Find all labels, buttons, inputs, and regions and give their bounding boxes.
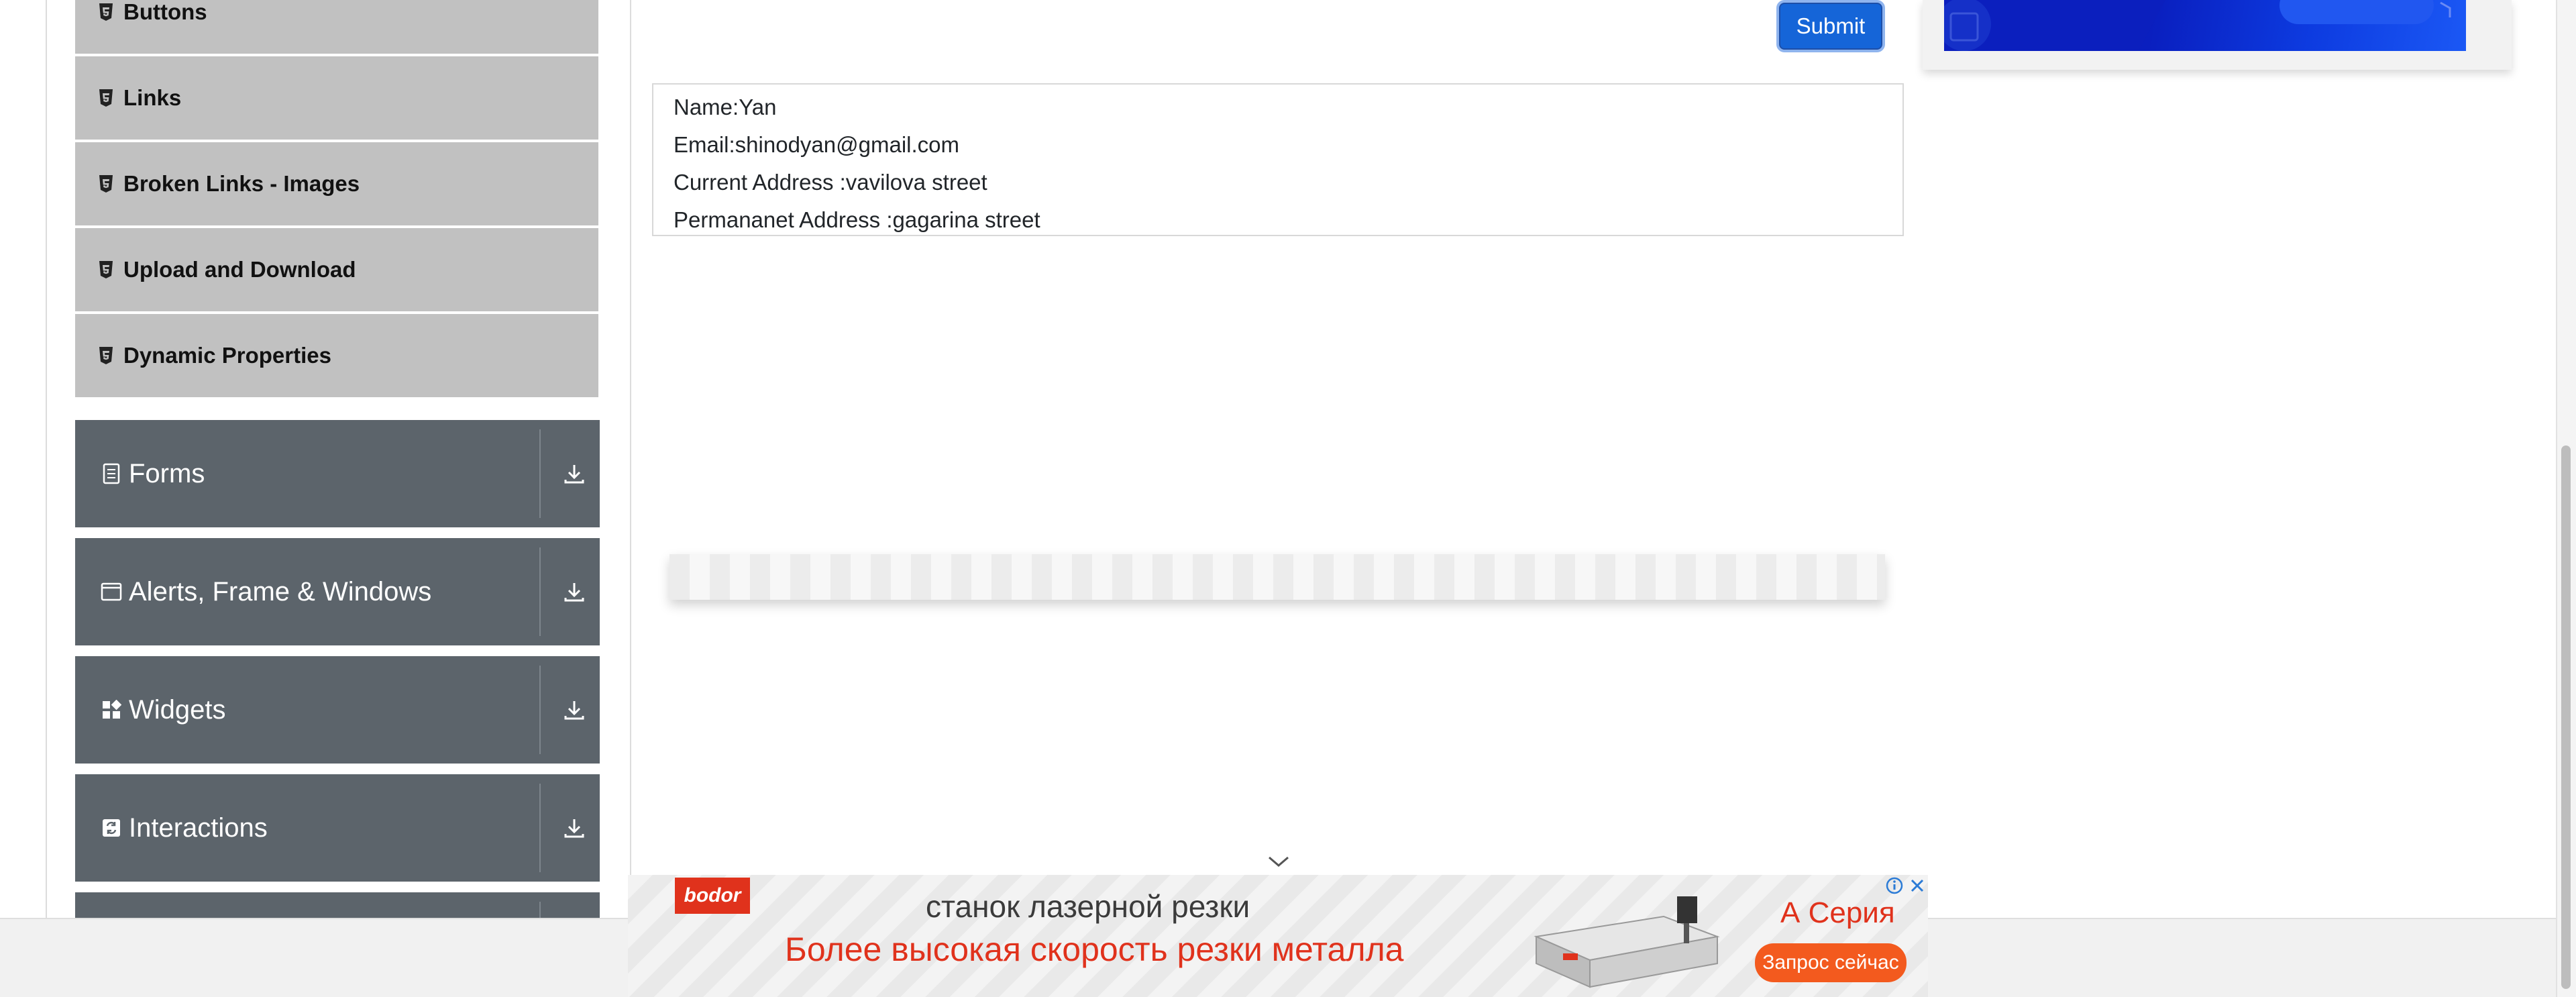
group-divider — [539, 547, 541, 636]
sidebar-item-label: Links — [123, 85, 182, 110]
widgets-icon — [98, 700, 125, 720]
download-icon[interactable] — [559, 695, 589, 725]
scrollbar-thumb[interactable] — [2561, 445, 2571, 989]
output-email: Email:shinodyan@gmail.com — [674, 132, 960, 157]
promo-decoration-icon — [1944, 0, 2451, 51]
sidebar-item-dynamic-properties[interactable]: Dynamic Properties — [75, 314, 598, 397]
laser-machine-image — [1534, 896, 1720, 988]
sidebar-item-upload-download[interactable]: Upload and Download — [75, 228, 598, 311]
group-divider — [539, 666, 541, 754]
download-icon[interactable] — [559, 577, 589, 607]
content-left-border — [630, 0, 631, 879]
sidebar-item-buttons[interactable]: Buttons — [75, 0, 598, 54]
sidebar-group-interactions[interactable]: Interactions — [75, 774, 600, 882]
sidebar-group-forms[interactable]: Forms — [75, 420, 600, 527]
interactions-icon — [98, 818, 125, 838]
sidebar-item-label: Upload and Download — [123, 257, 356, 282]
output-current-address: Current Address :vavilova street — [674, 170, 987, 195]
ad-series-label: А Серия — [1780, 896, 1895, 929]
group-divider — [539, 429, 541, 518]
ad-cta-button[interactable]: Запрос сейчас — [1755, 943, 1907, 982]
ad-logo: bodor — [675, 878, 750, 914]
ad-subheadline: Более высокая скорость резки металла — [785, 931, 1404, 968]
promo-banner-image[interactable] — [1944, 0, 2466, 51]
info-icon[interactable] — [1885, 876, 1904, 895]
sidebar-item-links[interactable]: Links — [75, 56, 598, 140]
sidebar-group-widgets[interactable]: Widgets — [75, 656, 600, 764]
chevron-down-icon[interactable] — [1267, 853, 1291, 870]
group-divider — [539, 784, 541, 872]
html5-icon — [93, 346, 119, 365]
download-icon[interactable] — [559, 459, 589, 488]
html5-icon — [93, 174, 119, 193]
sidebar-item-broken-links[interactable]: Broken Links - Images — [75, 142, 598, 225]
sidebar-group-label: Alerts, Frame & Windows — [129, 576, 432, 607]
close-icon[interactable] — [1908, 876, 1927, 895]
output-permanent-address: Permananet Address :gagarina street — [674, 207, 1040, 232]
html5-icon — [93, 89, 119, 107]
ad-placeholder-strip — [669, 554, 1885, 600]
html5-icon — [93, 3, 119, 21]
sidebar-item-label: Dynamic Properties — [123, 343, 331, 368]
output-panel: Name:Yan Email:shinodyan@gmail.com Curre… — [652, 83, 1904, 236]
submit-button[interactable]: Submit — [1776, 0, 1885, 52]
window-icon — [98, 582, 125, 601]
sidebar-group-alerts[interactable]: Alerts, Frame & Windows — [75, 538, 600, 645]
ad-headline: станок лазерной резки — [926, 889, 1250, 924]
form-icon — [98, 463, 125, 484]
sidebar-group-label: Widgets — [129, 694, 226, 725]
html5-icon — [93, 260, 119, 279]
sidebar-group-label: Interactions — [129, 812, 268, 843]
sidebar-item-label: Broken Links - Images — [123, 171, 360, 196]
sidebar-item-label: Buttons — [123, 0, 207, 24]
sidebar-left-border — [46, 0, 47, 919]
output-name: Name:Yan — [674, 95, 777, 119]
download-icon[interactable] — [559, 813, 589, 843]
sidebar-group-label: Forms — [129, 458, 205, 488]
